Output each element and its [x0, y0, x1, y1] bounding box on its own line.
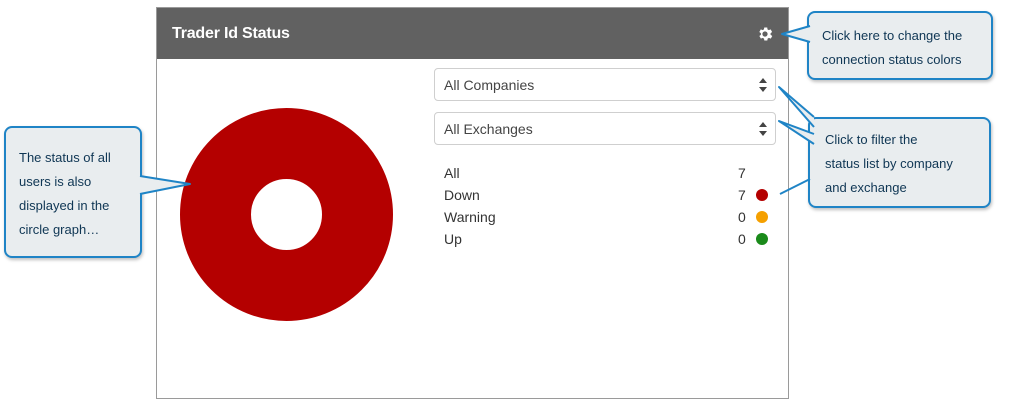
status-dot-up [756, 233, 768, 245]
panel-title: Trader Id Status [172, 25, 290, 42]
status-row-down: Down 7 [444, 187, 774, 207]
status-label: Down [444, 187, 480, 203]
status-count: 7 [738, 187, 746, 203]
status-count: 0 [738, 231, 746, 247]
panel-header: Trader Id Status [157, 8, 788, 59]
status-dot-down [756, 189, 768, 201]
status-dot-warning [756, 211, 768, 223]
company-select[interactable]: All Companies [434, 68, 776, 101]
callout-line: connection status colors [822, 52, 962, 67]
callout-settings: Click here to change the connection stat… [807, 11, 993, 80]
callout-line: Click here to change the [822, 28, 963, 43]
company-select-value: All Companies [444, 77, 535, 93]
status-count: 0 [738, 209, 746, 225]
callout-line: circle graph… [19, 222, 100, 237]
donut-down-segment [180, 108, 393, 321]
status-row-up: Up 0 [444, 231, 774, 251]
status-label: Up [444, 231, 462, 247]
callout-line: users is also [19, 174, 92, 189]
status-label: All [444, 165, 460, 181]
exchange-select[interactable]: All Exchanges [434, 112, 776, 145]
select-arrows-icon [759, 78, 767, 92]
status-row-all: All 7 [444, 165, 774, 185]
status-label: Warning [444, 209, 496, 225]
status-donut-chart [180, 108, 393, 321]
gear-icon[interactable] [756, 25, 774, 43]
status-count: 7 [738, 165, 746, 181]
select-arrows-icon [759, 122, 767, 136]
callout-graph: The status of all users is also displaye… [4, 126, 142, 258]
status-row-warning: Warning 0 [444, 209, 774, 229]
callout-pointer [139, 175, 191, 195]
callout-line: The status of all [19, 150, 111, 165]
callout-line: status list by company [825, 156, 953, 171]
callout-pointer [781, 25, 811, 43]
callout-filter: Click to filter the status list by compa… [808, 117, 991, 208]
callout-line: displayed in the [19, 198, 110, 213]
exchange-select-value: All Exchanges [444, 121, 533, 137]
callout-line: Click to filter the [825, 132, 918, 147]
callout-pointer [778, 86, 815, 195]
callout-line: and exchange [825, 180, 907, 195]
